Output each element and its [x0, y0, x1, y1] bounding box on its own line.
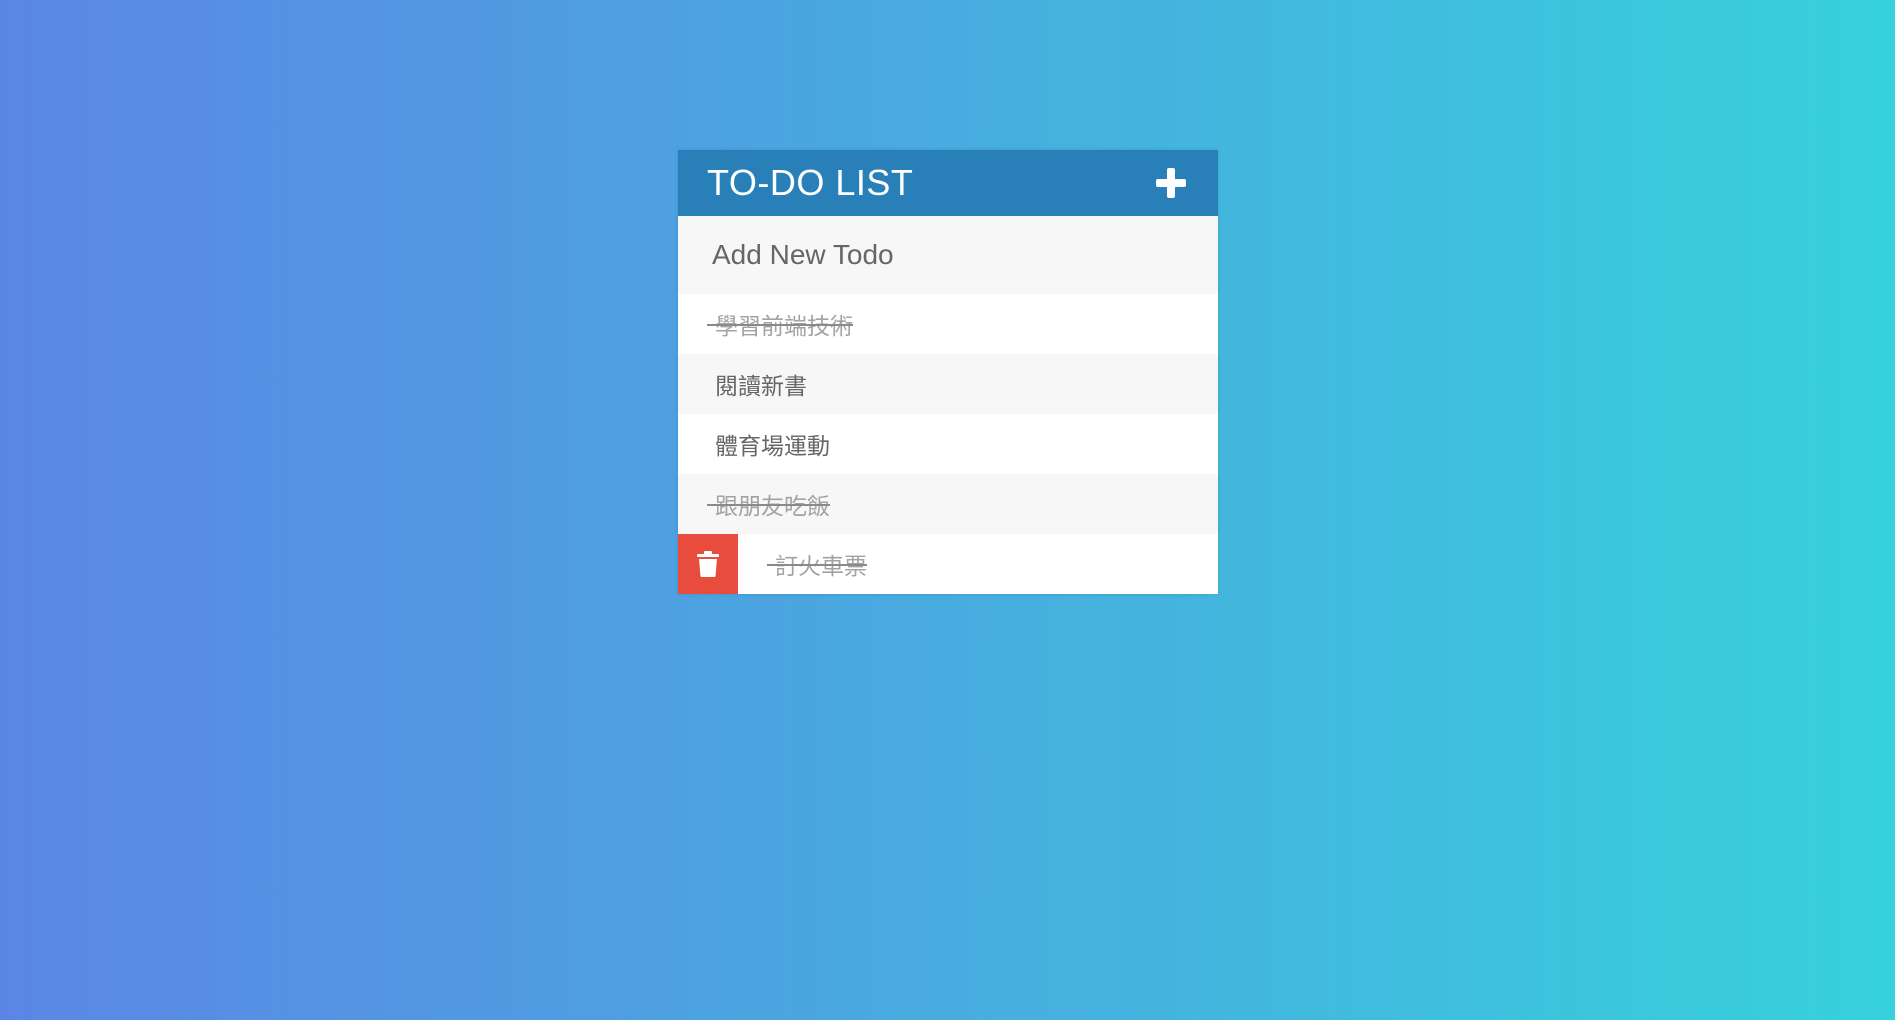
todo-header: TO-DO LIST	[678, 150, 1218, 216]
todo-item[interactable]: 訂火車票	[678, 534, 1218, 594]
todo-item[interactable]: 跟朋友吃飯	[678, 474, 1218, 534]
todo-text: 學習前端技術	[678, 307, 853, 341]
todo-text: 跟朋友吃飯	[678, 487, 830, 521]
todo-text: 閱讀新書	[715, 374, 807, 400]
trash-icon	[697, 551, 719, 577]
todo-item[interactable]: 學習前端技術	[678, 294, 1218, 354]
todo-card: TO-DO LIST 學習前端技術 閱讀新書	[678, 150, 1218, 594]
todo-text: 訂火車票	[738, 547, 867, 581]
todo-list: 學習前端技術 閱讀新書 體育場運動 跟朋友吃飯 訂火車票	[678, 294, 1218, 594]
todo-text: 體育場運動	[715, 434, 830, 460]
plus-icon[interactable]	[1153, 165, 1189, 201]
new-todo-input[interactable]	[678, 216, 1218, 294]
delete-button[interactable]	[678, 534, 738, 594]
todo-item[interactable]: 閱讀新書	[678, 354, 1218, 414]
page-title: TO-DO LIST	[707, 162, 914, 203]
todo-item[interactable]: 體育場運動	[678, 414, 1218, 474]
